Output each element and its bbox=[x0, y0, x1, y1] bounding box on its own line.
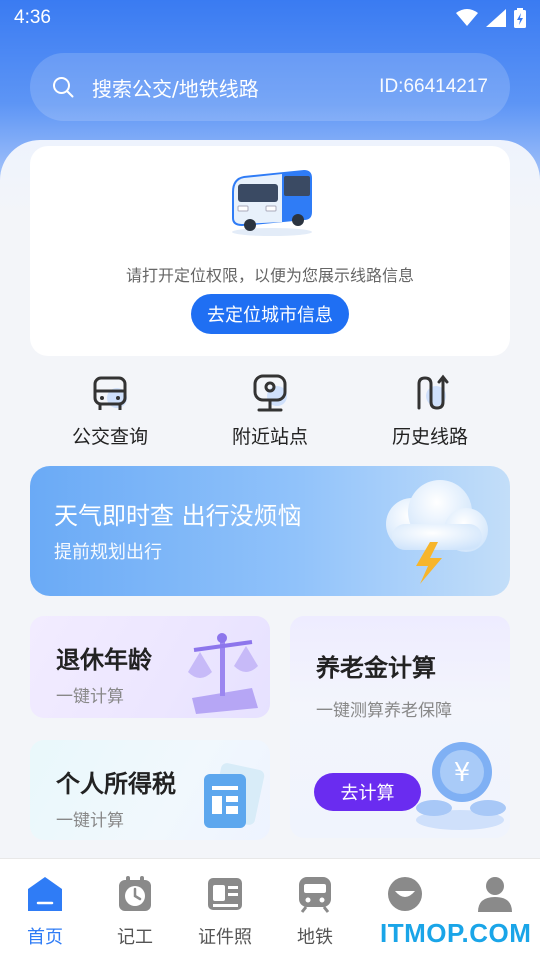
user-id: ID:66414217 bbox=[379, 76, 488, 97]
tax-document-icon bbox=[204, 763, 265, 828]
location-permission-card: 请打开定位权限，以便为您展示线路信息 去定位城市信息 bbox=[30, 146, 510, 356]
retirement-age-title: 退休年龄 bbox=[56, 646, 152, 674]
status-bar: 4:36 bbox=[0, 0, 540, 36]
search-icon bbox=[53, 77, 74, 98]
pension-calculator-card[interactable]: 养老金计算 一键测算养老保障 去计算 ¥ bbox=[290, 616, 510, 838]
bus-icon bbox=[93, 376, 127, 410]
quick-action-bus-query[interactable]: 公交查询 bbox=[30, 372, 190, 452]
scale-icon bbox=[188, 633, 258, 714]
wifi-icon bbox=[456, 9, 478, 26]
quick-actions: 公交查询 附近站点 历史线路 bbox=[30, 372, 510, 452]
id-card-icon bbox=[208, 878, 242, 910]
retirement-age-card[interactable]: 退休年龄 一键计算 bbox=[30, 616, 270, 718]
location-permission-message: 请打开定位权限，以便为您展示线路信息 bbox=[125, 266, 414, 285]
weather-banner[interactable]: 天气即时查 出行没烦恼 提前规划出行 bbox=[30, 466, 510, 596]
signal-icon bbox=[486, 9, 506, 27]
site-watermark: ITMOP.COM bbox=[380, 918, 532, 948]
history-route-icon bbox=[417, 374, 449, 410]
coin-icon: ¥ bbox=[416, 742, 506, 830]
nav-label: 记工 bbox=[117, 927, 153, 948]
weather-banner-title: 天气即时查 出行没烦恼 bbox=[54, 502, 302, 530]
quick-action-label: 历史线路 bbox=[391, 426, 468, 448]
nav-id-photo[interactable]: 证件照 bbox=[180, 859, 270, 960]
nav-label: 证件照 bbox=[198, 927, 252, 948]
pension-card-subtitle: 一键测算养老保障 bbox=[316, 701, 452, 721]
search-bar[interactable]: 搜索公交/地铁线路 ID:66414217 bbox=[30, 53, 510, 121]
battery-icon bbox=[514, 8, 526, 28]
weather-banner-subtitle: 提前规划出行 bbox=[54, 542, 162, 563]
face-icon bbox=[388, 877, 422, 911]
income-tax-title: 个人所得税 bbox=[56, 770, 176, 798]
nav-label: 首页 bbox=[27, 927, 63, 948]
status-icons bbox=[456, 8, 526, 28]
profile-icon bbox=[478, 877, 512, 912]
search-placeholder[interactable]: 搜索公交/地铁线路 bbox=[92, 73, 379, 102]
quick-action-label: 附近站点 bbox=[231, 426, 308, 448]
nav-home[interactable]: 首页 bbox=[0, 859, 90, 960]
quick-action-label: 公交查询 bbox=[71, 426, 148, 448]
quick-action-history-routes[interactable]: 历史线路 bbox=[350, 372, 510, 452]
locate-city-button[interactable]: 去定位城市信息 bbox=[191, 294, 349, 334]
status-time: 4:36 bbox=[14, 7, 51, 28]
clock-icon bbox=[119, 876, 151, 911]
nav-work-log[interactable]: 记工 bbox=[90, 859, 180, 960]
income-tax-card[interactable]: 个人所得税 一键计算 bbox=[30, 740, 270, 840]
retirement-age-subtitle: 一键计算 bbox=[56, 687, 124, 707]
thunder-cloud-icon bbox=[386, 480, 488, 584]
nav-label: 地铁 bbox=[297, 927, 333, 948]
nearby-station-icon bbox=[253, 374, 287, 412]
go-calculate-button[interactable]: 去计算 bbox=[314, 773, 421, 811]
svg-text:¥: ¥ bbox=[454, 758, 471, 788]
metro-icon bbox=[299, 877, 331, 913]
bus-illustration-icon bbox=[232, 170, 312, 236]
income-tax-subtitle: 一键计算 bbox=[56, 811, 124, 831]
quick-action-nearby-stations[interactable]: 附近站点 bbox=[190, 372, 350, 452]
pension-card-title: 养老金计算 bbox=[316, 654, 436, 682]
nav-metro[interactable]: 地铁 bbox=[270, 859, 360, 960]
home-icon bbox=[28, 877, 62, 911]
